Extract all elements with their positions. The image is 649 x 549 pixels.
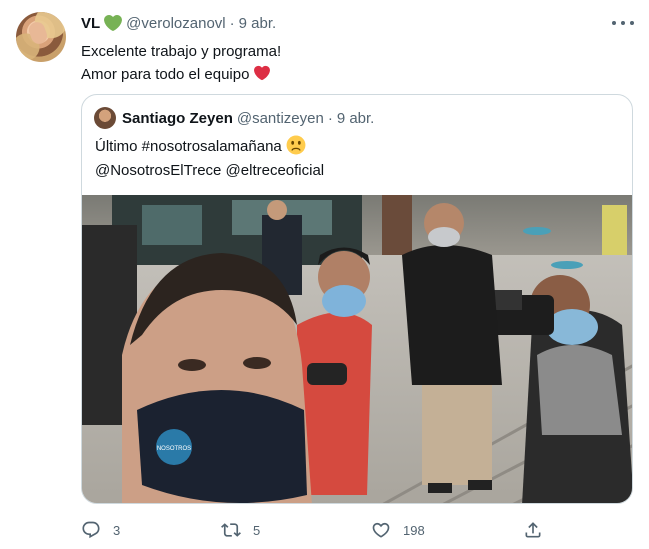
tweet-text-line-2-wrap: Amor para todo el equipo: [81, 63, 281, 86]
selfie-photo: NOSOTROS: [82, 195, 632, 503]
quoted-header: Santiago Zeyen @santizeyen · 9 abr.: [122, 110, 374, 127]
quoted-text-line-1-wrap: Último #nosotrosalamañana: [95, 135, 324, 159]
quoted-separator: ·: [327, 110, 333, 127]
more-dot: [621, 21, 625, 25]
author-avatar[interactable]: [16, 12, 66, 62]
retweet-button[interactable]: 5: [221, 516, 260, 544]
tweet-actions: 3 5 198: [81, 516, 551, 544]
tweet-date[interactable]: 9 abr.: [239, 15, 277, 32]
quoted-text-line-1: Último #nosotrosalamañana: [95, 138, 282, 155]
more-icon[interactable]: [612, 14, 634, 32]
header-separator: ·: [229, 14, 235, 32]
retweet-count: 5: [253, 522, 261, 538]
more-dot: [630, 21, 634, 25]
like-button[interactable]: 198: [371, 516, 425, 544]
tweet-text-line-2: Amor para todo el equipo: [81, 66, 250, 83]
author-handle[interactable]: @verolozanovl: [126, 15, 225, 32]
tweet-text-line-1: Excelente trabajo y programa!: [81, 43, 282, 60]
tweet-header: VL @verolozanovl · 9 abr.: [81, 13, 276, 33]
like-count: 198: [403, 522, 425, 538]
sad-face-icon: [286, 135, 306, 155]
reply-count: 3: [113, 522, 121, 538]
quoted-text-line-2: @NosotrosElTrece @eltreceoficial: [95, 162, 325, 179]
quoted-author-name: Santiago Zeyen: [122, 110, 233, 127]
quoted-photo[interactable]: NOSOTROS: [82, 195, 632, 503]
mask-logo-text: NOSOTROS: [157, 446, 191, 452]
green-heart-icon: [104, 14, 123, 32]
red-heart-icon: [254, 65, 271, 81]
share-icon: [525, 522, 541, 538]
quoted-text: Último #nosotrosalamañana @NosotrosElTre…: [95, 135, 324, 183]
quoted-author-handle: @santizeyen: [236, 110, 324, 127]
more-dot: [612, 21, 616, 25]
tweet-text: Excelente trabajo y programa! Amor para …: [81, 40, 281, 86]
share-button[interactable]: [523, 516, 555, 544]
reply-icon: [82, 521, 100, 539]
quoted-date: 9 abr.: [336, 110, 375, 127]
tweet[interactable]: VL @verolozanovl · 9 abr. Excelente trab…: [0, 0, 649, 549]
quoted-author-avatar: [94, 107, 116, 129]
like-icon: [372, 522, 390, 538]
retweet-icon: [221, 523, 241, 537]
author-name[interactable]: VL: [81, 15, 100, 32]
quoted-tweet[interactable]: Santiago Zeyen @santizeyen · 9 abr. Últi…: [81, 94, 633, 504]
reply-button[interactable]: 3: [81, 516, 120, 544]
